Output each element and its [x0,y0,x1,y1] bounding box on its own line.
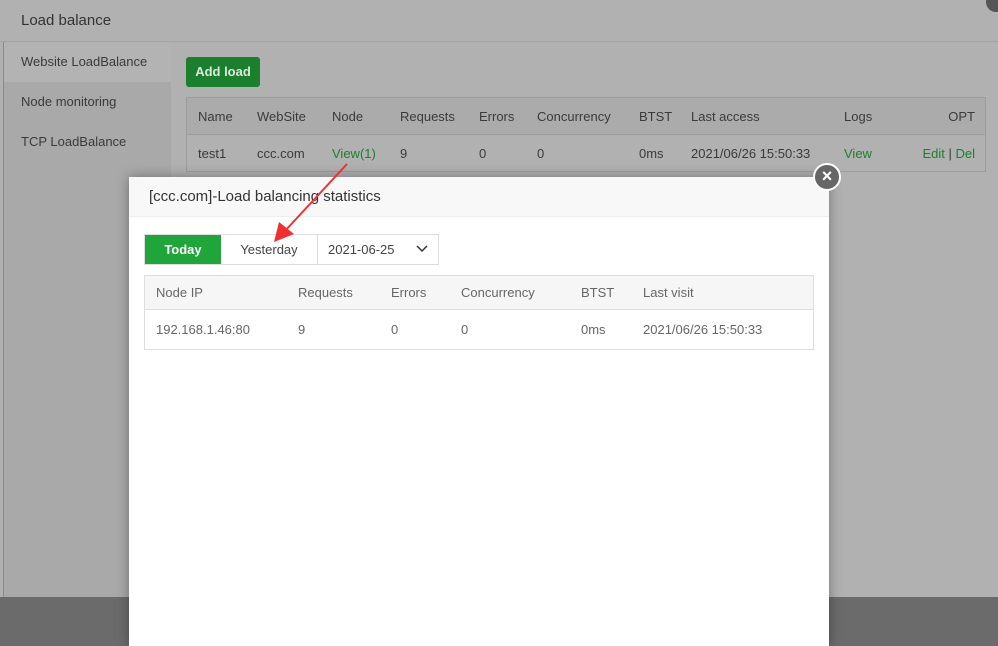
col-concurrency: Concurrency [461,285,535,300]
separator: | [948,146,952,161]
date-value: 2021-06-25 [328,242,395,257]
col-errors: Errors [479,109,515,124]
col-node: Node [332,109,364,124]
sidebar-item-tcp-loadbalance[interactable]: TCP LoadBalance [4,122,171,162]
col-btst: BTST [581,285,615,300]
col-website: WebSite [257,109,306,124]
date-range-selector: Today Yesterday 2021-06-25 [144,234,439,265]
node-stats-table: Node IP Requests Errors Concurrency BTST… [144,275,814,350]
cell-concurrency: 0 [461,322,469,337]
close-icon[interactable]: × [813,163,841,191]
col-name: Name [198,109,233,124]
cell-concurrency: 0 [537,146,545,161]
cell-node-ip: 192.168.1.46:80 [156,322,250,337]
col-last-visit: Last visit [643,285,694,300]
cell-errors: 0 [479,146,487,161]
table-header: Node IP Requests Errors Concurrency BTST… [145,276,813,310]
dialog-title: Load balance [0,0,998,42]
edit-link[interactable]: Edit [922,146,944,161]
col-opt: OPT [948,109,975,124]
cell-last-access: 2021/06/26 15:50:33 [691,146,811,161]
add-load-button[interactable]: Add load [186,57,260,87]
cell-name: test1 [198,146,227,161]
table-row: test1 ccc.com View(1) 9 0 0 0ms 2021/06/… [187,135,985,172]
cell-last-visit: 2021/06/26 15:50:33 [643,322,763,337]
cell-website: ccc.com [257,146,305,161]
col-concurrency: Concurrency [537,109,611,124]
table-header: Name WebSite Node Requests Errors Concur… [187,98,985,135]
statistics-modal: [ccc.com]-Load balancing statistics × To… [129,163,841,646]
table-row: 192.168.1.46:80 9 0 0 0ms 2021/06/26 15:… [145,310,813,349]
node-view-link[interactable]: View(1) [332,135,376,172]
yesterday-button[interactable]: Yesterday [221,235,318,264]
opt-cell: Edit | Del [922,135,975,172]
load-balance-table: Name WebSite Node Requests Errors Concur… [186,97,986,172]
logs-view-link[interactable]: View [844,135,872,172]
cell-btst: 0ms [581,322,606,337]
cell-btst: 0ms [639,146,664,161]
date-select[interactable]: 2021-06-25 [318,235,438,264]
cell-requests: 9 [400,146,408,161]
col-requests: Requests [298,285,353,300]
col-node-ip: Node IP [156,285,203,300]
chevron-down-icon [416,235,428,275]
sidebar-item-website-loadbalance[interactable]: Website LoadBalance [4,42,171,82]
col-logs: Logs [844,109,873,124]
col-last-access: Last access [691,109,760,124]
modal-title: [ccc.com]-Load balancing statistics [129,177,829,217]
col-errors: Errors [391,285,427,300]
cell-errors: 0 [391,322,399,337]
del-link[interactable]: Del [955,146,975,161]
col-requests: Requests [400,109,455,124]
cell-requests: 9 [298,322,306,337]
col-btst: BTST [639,109,673,124]
sidebar-item-node-monitoring[interactable]: Node monitoring [4,82,171,122]
today-button[interactable]: Today [145,235,221,264]
